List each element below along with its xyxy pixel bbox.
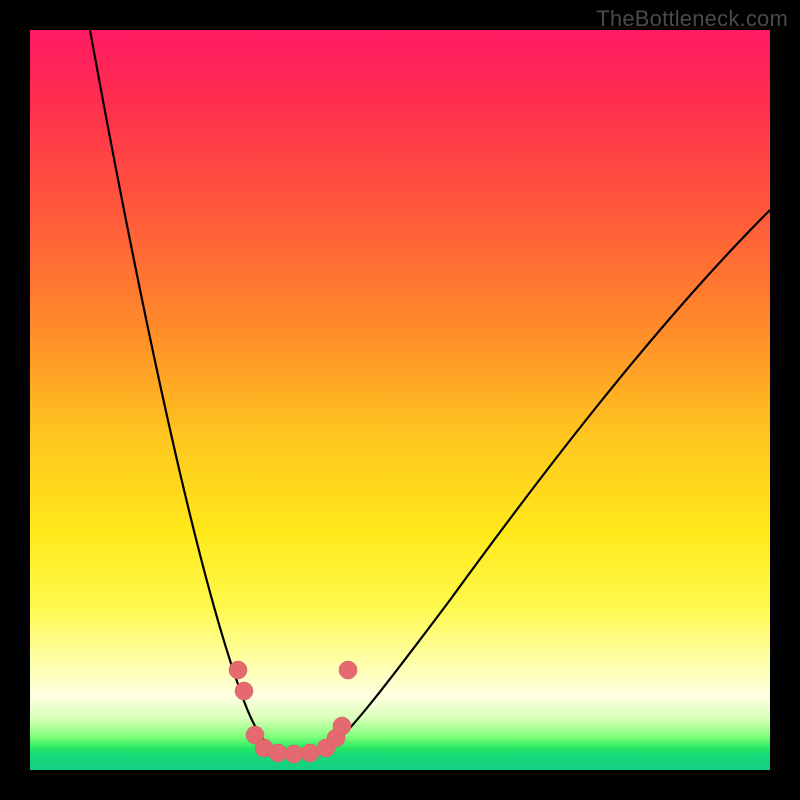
marker-dot: [339, 661, 357, 679]
chart-svg: [30, 30, 770, 770]
curve-right-branch: [330, 210, 770, 748]
marker-dot: [333, 717, 351, 735]
watermark-text: TheBottleneck.com: [596, 6, 788, 32]
outer-frame: TheBottleneck.com: [0, 0, 800, 800]
marker-dot: [301, 744, 319, 762]
marker-dot: [285, 745, 303, 763]
marker-dot: [269, 744, 287, 762]
plot-area: [30, 30, 770, 770]
marker-dot: [229, 661, 247, 679]
curve-left-branch: [90, 30, 275, 748]
marker-dot: [235, 682, 253, 700]
